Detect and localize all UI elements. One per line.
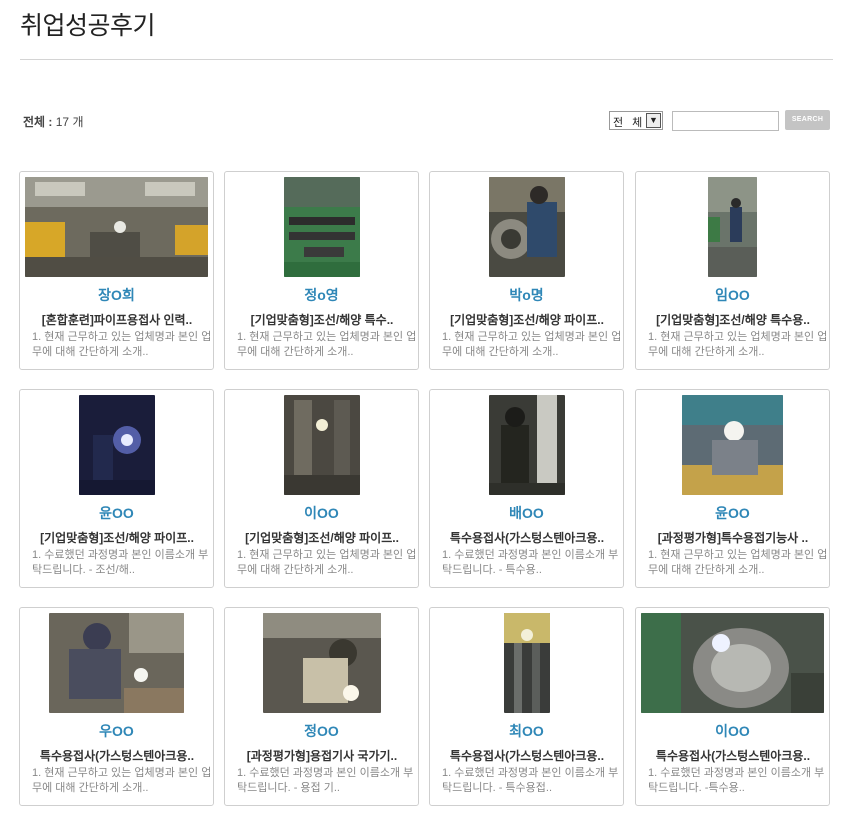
review-card[interactable]: 배OO 특수용접사(가스텅스텐아크용.. 1. 수료했던 과정명과 본인 이름소… bbox=[429, 389, 624, 588]
review-excerpt: 1. 현재 근무하고 있는 업체명과 본인 업무에 대해 간단하게 소개.. bbox=[32, 331, 212, 358]
pipe-workshop-photo[interactable] bbox=[283, 177, 360, 277]
review-excerpt: 1. 수료했던 과정명과 본인 이름소개 부탁드립니다. - 조선/해.. bbox=[32, 549, 209, 576]
author-name[interactable]: 우OO bbox=[20, 721, 213, 741]
review-excerpt: 1. 수료했던 과정명과 본인 이름소개 부탁드립니다. - 특수용접.. bbox=[442, 767, 619, 794]
author-name[interactable]: 윤OO bbox=[636, 503, 829, 523]
thumbnail-frame bbox=[230, 613, 413, 713]
course-title[interactable]: [기업맞춤형]조선/해양 특수용.. bbox=[640, 311, 826, 328]
review-grid: 장O희 [혼합훈련]파이프용접사 인력.. 1. 현재 근무하고 있는 업체명과… bbox=[19, 171, 831, 811]
thumbnail-frame bbox=[435, 613, 618, 713]
review-excerpt: 1. 현재 근무하고 있는 업체명과 본인 업무에 대해 간단하게 소개.. bbox=[237, 549, 417, 576]
course-title[interactable]: 특수용접사(가스텅스텐아크용.. bbox=[24, 747, 210, 764]
search-button[interactable]: SEARCH bbox=[785, 110, 830, 130]
review-card[interactable]: 박o명 [기업맞춤형]조선/해양 파이프.. 1. 현재 근무하고 있는 업체명… bbox=[429, 171, 624, 370]
review-card[interactable]: 우OO 특수용접사(가스텅스텐아크용.. 1. 현재 근무하고 있는 업체명과 … bbox=[19, 607, 214, 806]
author-name[interactable]: 정o영 bbox=[225, 285, 418, 305]
thumbnail-frame bbox=[230, 177, 413, 277]
course-title[interactable]: 특수용접사(가스텅스텐아크용.. bbox=[434, 747, 620, 764]
thumbnail-frame bbox=[641, 177, 824, 277]
author-name[interactable]: 이OO bbox=[225, 503, 418, 523]
total-count: 전체 : 17 개 bbox=[23, 113, 83, 130]
welding-helmet-photo[interactable] bbox=[262, 613, 381, 713]
review-excerpt: 1. 현재 근무하고 있는 업체명과 본인 업무에 대해 간단하게 소개.. bbox=[648, 549, 828, 576]
factory-worker-photo[interactable] bbox=[708, 177, 757, 277]
thumbnail-frame bbox=[230, 395, 413, 495]
total-unit: 개 bbox=[69, 115, 84, 129]
welder-mask-photo[interactable] bbox=[488, 395, 565, 495]
welding-spark-photo[interactable] bbox=[78, 395, 155, 495]
course-title[interactable]: [기업맞춤형]조선/해양 파이프.. bbox=[229, 529, 415, 546]
page-title: 취업성공후기 bbox=[20, 11, 156, 40]
pipe-welder-photo[interactable] bbox=[488, 177, 565, 277]
thumbnail-frame bbox=[435, 177, 618, 277]
review-excerpt: 1. 현재 근무하고 있는 업체명과 본인 업무에 대해 간단하게 소개.. bbox=[237, 331, 417, 358]
course-title[interactable]: [과정평가형]특수용접기능사 .. bbox=[640, 529, 826, 546]
review-excerpt: 1. 현재 근무하고 있는 업체명과 본인 업무에 대해 간단하게 소개.. bbox=[442, 331, 622, 358]
thumbnail-frame bbox=[641, 395, 824, 495]
search-filter-select[interactable]: 전 체 ▼ bbox=[609, 111, 663, 130]
vertical-weld-photo[interactable] bbox=[503, 613, 550, 713]
review-card[interactable]: 임OO [기업맞춤형]조선/해양 특수용.. 1. 현재 근무하고 있는 업체명… bbox=[635, 171, 830, 370]
thumbnail-frame bbox=[25, 177, 208, 277]
review-card[interactable]: 윤OO [기업맞춤형]조선/해양 파이프.. 1. 수료했던 과정명과 본인 이… bbox=[19, 389, 214, 588]
helmet-worker-photo[interactable] bbox=[682, 395, 783, 495]
review-excerpt: 1. 수료했던 과정명과 본인 이름소개 부탁드립니다. - 용접 기.. bbox=[237, 767, 414, 794]
course-title[interactable]: 특수용접사(가스텅스텐아크용.. bbox=[640, 747, 826, 764]
review-excerpt: 1. 수료했던 과정명과 본인 이름소개 부탁드립니다. -특수용.. bbox=[648, 767, 825, 794]
review-excerpt: 1. 수료했던 과정명과 본인 이름소개 부탁드립니다. - 특수용.. bbox=[442, 549, 619, 576]
course-title[interactable]: [기업맞춤형]조선/해양 특수.. bbox=[229, 311, 415, 328]
title-divider bbox=[20, 59, 833, 60]
review-card[interactable]: 윤OO [과정평가형]특수용접기능사 .. 1. 현재 근무하고 있는 업체명과… bbox=[635, 389, 830, 588]
tig-welder-photo[interactable] bbox=[49, 613, 184, 713]
total-number: 17 bbox=[55, 115, 70, 129]
search-input[interactable] bbox=[672, 111, 779, 131]
author-name[interactable]: 배OO bbox=[430, 503, 623, 523]
course-title[interactable]: [혼합훈련]파이프용접사 인력.. bbox=[24, 311, 210, 328]
review-card[interactable]: 이OO [기업맞춤형]조선/해양 파이프.. 1. 현재 근무하고 있는 업체명… bbox=[224, 389, 419, 588]
course-title[interactable]: [기업맞춤형]조선/해양 파이프.. bbox=[434, 311, 620, 328]
thumbnail-frame bbox=[25, 613, 208, 713]
chevron-down-icon[interactable]: ▼ bbox=[646, 113, 661, 128]
review-card[interactable]: 정OO [과정평가형]용접기사 국가기.. 1. 수료했던 과정명과 본인 이름… bbox=[224, 607, 419, 806]
review-excerpt: 1. 현재 근무하고 있는 업체명과 본인 업무에 대해 간단하게 소개.. bbox=[32, 767, 212, 794]
review-card[interactable]: 장O희 [혼합훈련]파이프용접사 인력.. 1. 현재 근무하고 있는 업체명과… bbox=[19, 171, 214, 370]
author-name[interactable]: 최OO bbox=[430, 721, 623, 741]
total-label: 전체 : bbox=[23, 115, 56, 129]
workshop-photo[interactable] bbox=[25, 177, 208, 277]
author-name[interactable]: 정OO bbox=[225, 721, 418, 741]
author-name[interactable]: 윤OO bbox=[20, 503, 213, 523]
author-name[interactable]: 이OO bbox=[636, 721, 829, 741]
course-title[interactable]: [과정평가형]용접기사 국가기.. bbox=[229, 747, 415, 764]
course-title[interactable]: 특수용접사(가스텅스텐아크용.. bbox=[434, 529, 620, 546]
author-name[interactable]: 임OO bbox=[636, 285, 829, 305]
pipe-welding-photo[interactable] bbox=[283, 395, 360, 495]
filter-selected-value: 전 체 bbox=[613, 117, 646, 129]
thumbnail-frame bbox=[435, 395, 618, 495]
review-card[interactable]: 최OO 특수용접사(가스텅스텐아크용.. 1. 수료했던 과정명과 본인 이름소… bbox=[429, 607, 624, 806]
thumbnail-frame bbox=[641, 613, 824, 713]
large-pipe-weld-photo[interactable] bbox=[641, 613, 824, 713]
review-card[interactable]: 정o영 [기업맞춤형]조선/해양 특수.. 1. 현재 근무하고 있는 업체명과… bbox=[224, 171, 419, 370]
author-name[interactable]: 장O희 bbox=[20, 285, 213, 305]
review-card[interactable]: 이OO 특수용접사(가스텅스텐아크용.. 1. 수료했던 과정명과 본인 이름소… bbox=[635, 607, 830, 806]
review-excerpt: 1. 현재 근무하고 있는 업체명과 본인 업무에 대해 간단하게 소개.. bbox=[648, 331, 828, 358]
thumbnail-frame bbox=[25, 395, 208, 495]
author-name[interactable]: 박o명 bbox=[430, 285, 623, 305]
course-title[interactable]: [기업맞춤형]조선/해양 파이프.. bbox=[24, 529, 210, 546]
